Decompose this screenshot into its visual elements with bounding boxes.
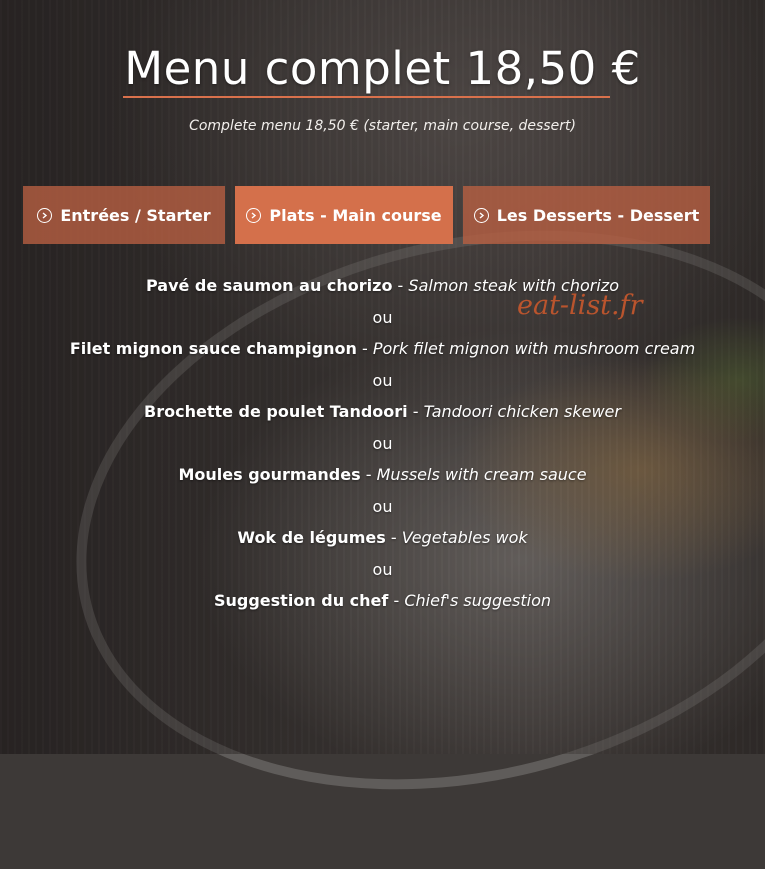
dish-name-en: Pork filet mignon with mushroom cream	[372, 339, 696, 358]
tab-starter[interactable]: Entrées / Starter	[23, 186, 225, 244]
tab-starter-label: Entrées / Starter	[60, 205, 211, 225]
dish-item: Moules gourmandes - Mussels with cream s…	[0, 461, 765, 489]
chevron-right-circle-icon	[246, 207, 262, 223]
dish-name-en: Mussels with cream sauce	[376, 465, 587, 484]
dish-separator: -	[360, 465, 377, 484]
dish-item: Pavé de saumon au chorizo - Salmon steak…	[0, 272, 765, 300]
or-separator: ou	[372, 497, 393, 516]
chevron-right-circle-icon	[473, 207, 489, 223]
chevron-right-circle-icon	[37, 207, 53, 223]
page-title: Menu complet 18,50 €	[124, 42, 641, 96]
tab-main-course[interactable]: Plats - Main course	[235, 186, 453, 244]
dish-item: Brochette de poulet Tandoori - Tandoori …	[0, 398, 765, 426]
dish-name-fr: Suggestion du chef	[213, 591, 389, 610]
dish-separator: -	[392, 276, 409, 295]
or-separator: ou	[372, 308, 393, 327]
dish-item: Suggestion du chef - Chief's suggestion	[0, 587, 765, 615]
dish-name-fr: Filet mignon sauce champignon	[69, 339, 357, 358]
dish-separator: -	[388, 591, 405, 610]
watermark: eat-list.fr	[517, 290, 643, 321]
dish-name-fr: Brochette de poulet Tandoori	[144, 402, 408, 421]
menu-section: Menu complet 18,50 € Complete menu 18,50…	[0, 0, 765, 754]
dish-separator: -	[407, 402, 424, 421]
tab-dessert-label: Les Desserts - Dessert	[496, 205, 700, 225]
dish-name-en: Tandoori chicken skewer	[423, 402, 621, 421]
dish-separator: -	[385, 528, 402, 547]
tab-dessert[interactable]: Les Desserts - Dessert	[463, 186, 710, 244]
dish-name-fr: Moules gourmandes	[178, 465, 361, 484]
dish-name-en: Chief's suggestion	[404, 591, 551, 610]
or-separator: ou	[372, 560, 393, 579]
dish-name-en: Vegetables wok	[401, 528, 528, 547]
dish-separator: -	[356, 339, 373, 358]
or-separator: ou	[372, 434, 393, 453]
title-divider	[123, 96, 610, 98]
dish-name-fr: Pavé de saumon au chorizo	[145, 276, 393, 295]
dish-name-fr: Wok de légumes	[237, 528, 386, 547]
page-subtitle: Complete menu 18,50 € (starter, main cou…	[189, 118, 576, 134]
or-separator: ou	[372, 371, 393, 390]
dish-item: Filet mignon sauce champignon - Pork fil…	[0, 335, 765, 363]
tab-main-course-label: Plats - Main course	[269, 205, 442, 225]
dish-item: Wok de légumes - Vegetables wok	[0, 524, 765, 552]
